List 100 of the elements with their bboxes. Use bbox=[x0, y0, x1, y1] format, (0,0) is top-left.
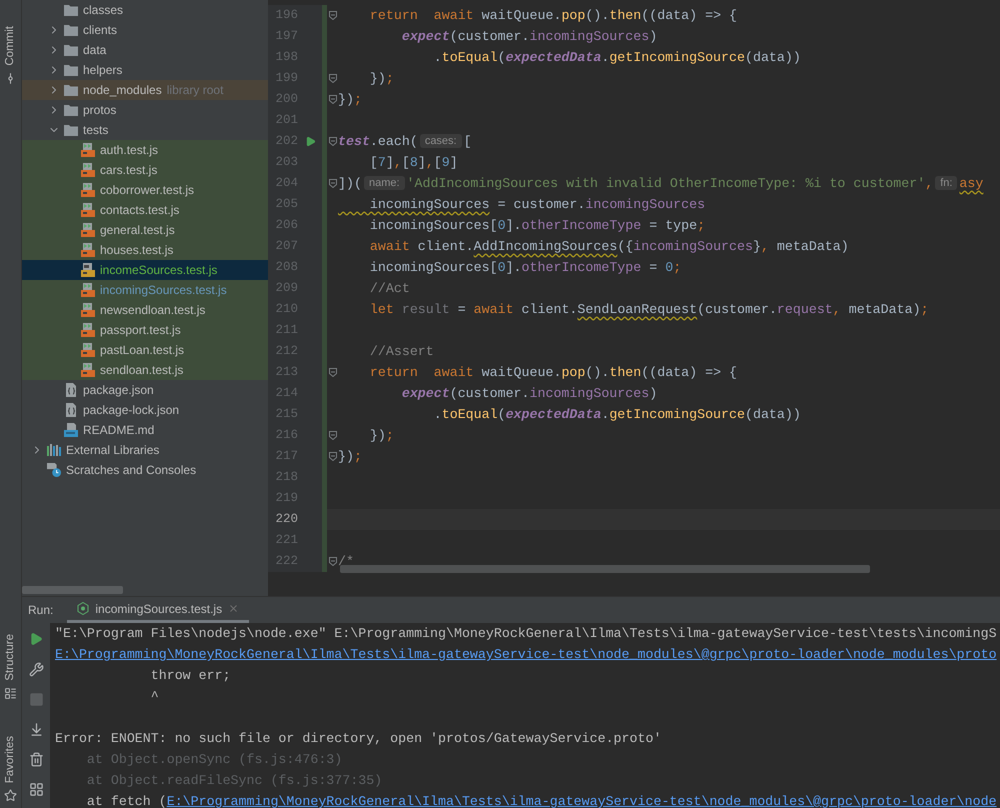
test-file-icon bbox=[81, 163, 95, 177]
function-name: toEqual bbox=[442, 50, 498, 65]
code-text: }) bbox=[368, 428, 386, 443]
scroll-to-end-icon[interactable] bbox=[28, 722, 44, 736]
item-label: protos bbox=[83, 102, 116, 119]
tree-item[interactable]: passport.test.js bbox=[22, 320, 268, 340]
code-text: . bbox=[432, 50, 442, 65]
property-name: incomingSources bbox=[633, 238, 753, 254]
tree-item[interactable]: data bbox=[22, 40, 268, 60]
tree-item[interactable]: cars.test.js bbox=[22, 160, 268, 180]
code-text: (customer. bbox=[697, 302, 777, 317]
code-text: ( bbox=[498, 50, 506, 65]
markdown-file-icon bbox=[64, 423, 78, 437]
tree-item[interactable]: sendloan.test.js bbox=[22, 360, 268, 380]
keyword: ; bbox=[920, 302, 929, 317]
tree-item[interactable]: tests bbox=[22, 120, 268, 140]
keyword: , bbox=[394, 154, 402, 170]
scratches-icon bbox=[47, 462, 61, 478]
code-text: [ bbox=[434, 154, 442, 170]
string-literal: 'AddIncomingSources with invalid OtherIncomeType: %i to customer' bbox=[406, 176, 926, 191]
file-path-link[interactable]: E:\Programming\MoneyRockGeneral\Ilma\Tests\ilma-gatewayService-test\node_modules\@grpc\proto-loader\node bbox=[166, 794, 997, 808]
tree-item[interactable]: newsendloan.test.js bbox=[22, 300, 268, 320]
fold-marker-icon[interactable] bbox=[328, 452, 336, 461]
folder-icon bbox=[64, 44, 78, 56]
fold-marker-icon[interactable] bbox=[328, 137, 336, 146]
function-name: getIncomingSource bbox=[609, 50, 745, 65]
keyword: ; bbox=[354, 92, 362, 107]
test-file-icon bbox=[81, 343, 95, 357]
unused-variable: result bbox=[400, 302, 450, 317]
tree-item[interactable]: Scratches and Consoles bbox=[22, 460, 268, 480]
close-icon[interactable] bbox=[228, 603, 240, 614]
item-label: cars.test.js bbox=[100, 162, 158, 179]
item-label: data bbox=[83, 42, 106, 59]
tree-item[interactable]: incomingSources.test.js bbox=[22, 280, 268, 300]
fold-marker-icon[interactable] bbox=[328, 95, 336, 104]
tree-item[interactable]: classes bbox=[22, 0, 268, 20]
item-label: README.md bbox=[83, 422, 154, 439]
run-icon[interactable] bbox=[29, 632, 43, 646]
parameter-hint: cases: bbox=[420, 134, 462, 148]
code-text: [ bbox=[368, 154, 378, 170]
wrench-icon[interactable] bbox=[28, 662, 44, 676]
code-text: = bbox=[648, 260, 658, 275]
tree-item[interactable]: External Libraries bbox=[22, 440, 268, 460]
number-literal: 0 bbox=[498, 218, 506, 233]
code-text: . bbox=[601, 406, 610, 422]
item-label: general.test.js bbox=[100, 222, 175, 239]
parameter-hint: name: bbox=[364, 176, 405, 190]
code-text: }) bbox=[338, 448, 354, 464]
run-tab[interactable]: incomingSources.test.js bbox=[67, 597, 250, 623]
function-name: then bbox=[609, 364, 642, 380]
fold-marker-icon[interactable] bbox=[328, 11, 336, 20]
tree-item[interactable]: pastLoan.test.js bbox=[22, 340, 268, 360]
item-label: sendloan.test.js bbox=[100, 362, 184, 379]
file-path-link[interactable]: E:\Programming\MoneyRockGeneral\Ilma\Tests\ilma-gatewayService-test\node_modules\@grpc\proto-loader\node_modules\proto bbox=[55, 647, 997, 662]
run-icon[interactable] bbox=[304, 136, 316, 147]
code-text: = type bbox=[648, 218, 698, 233]
item-label: auth.test.js bbox=[100, 142, 158, 159]
scrollbar[interactable] bbox=[340, 565, 870, 573]
code-text: . bbox=[601, 50, 610, 65]
warning-underlined-code: incomingSources bbox=[368, 196, 490, 212]
fold-marker-icon[interactable] bbox=[328, 431, 336, 440]
tree-item[interactable]: contacts.test.js bbox=[22, 200, 268, 220]
tree-item[interactable]: README.md bbox=[22, 420, 268, 440]
fold-marker-icon[interactable] bbox=[328, 557, 336, 566]
warning-underlined-code: SendLoanRequest bbox=[577, 302, 698, 317]
item-label: package.json bbox=[83, 382, 154, 399]
layout-icon[interactable] bbox=[28, 782, 44, 796]
tree-item[interactable]: auth.test.js bbox=[22, 140, 268, 160]
keyword: ; bbox=[697, 218, 706, 233]
code-text: } bbox=[752, 238, 761, 254]
fold-marker-icon[interactable] bbox=[328, 368, 336, 377]
code-text: ) bbox=[649, 28, 658, 44]
fold-marker-icon[interactable] bbox=[328, 74, 336, 83]
global-name: expectedData bbox=[506, 406, 602, 422]
tree-item[interactable]: general.test.js bbox=[22, 220, 268, 240]
tree-item[interactable]: houses.test.js bbox=[22, 240, 268, 260]
code-text: metaData) bbox=[776, 238, 849, 254]
tree-item[interactable]: clients bbox=[22, 20, 268, 40]
code-text: (). bbox=[585, 8, 610, 23]
tree-item[interactable]: coborrower.test.js bbox=[22, 180, 268, 200]
scrollbar[interactable] bbox=[22, 586, 123, 594]
tool-window-button[interactable]: Favorites bbox=[2, 732, 20, 806]
tool-window-button[interactable]: Commit bbox=[2, 22, 20, 89]
tree-item[interactable]: protos bbox=[22, 100, 268, 120]
json-file-icon bbox=[64, 403, 78, 417]
tree-item[interactable]: incomeSources.test.js bbox=[22, 260, 268, 280]
node-icon bbox=[77, 602, 90, 615]
keyword: await bbox=[432, 8, 474, 23]
trash-icon[interactable] bbox=[28, 752, 44, 766]
code-text: (customer. bbox=[450, 28, 530, 44]
tree-item[interactable]: package.json bbox=[22, 380, 268, 400]
tree-item[interactable]: package-lock.json bbox=[22, 400, 268, 420]
tree-item[interactable]: node_modules library root bbox=[22, 80, 268, 100]
fold-marker-icon[interactable] bbox=[328, 179, 336, 188]
tool-window-button[interactable]: Structure bbox=[2, 630, 20, 704]
item-label: incomingSources.test.js bbox=[100, 282, 227, 299]
keyword: return bbox=[368, 8, 418, 23]
tree-item[interactable]: helpers bbox=[22, 60, 268, 80]
item-label: newsendloan.test.js bbox=[100, 302, 206, 319]
property-name: request bbox=[776, 302, 833, 317]
